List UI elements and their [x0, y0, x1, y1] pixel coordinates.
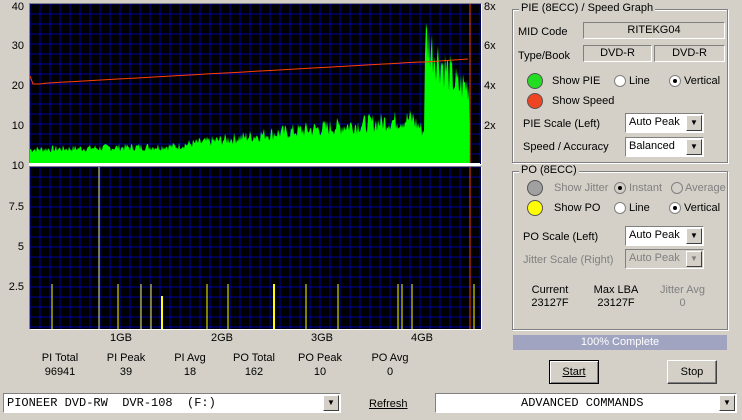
po-graph-frame [29, 166, 482, 330]
pie-axis-40: 40 [11, 1, 24, 13]
show-po-label[interactable]: Show PO [554, 202, 600, 214]
jitter-scale-label: Jitter Scale (Right) [523, 254, 614, 266]
advanced-commands-select[interactable]: ADVANCED COMMANDS ▼ [435, 393, 737, 413]
jitter-color-icon [527, 180, 543, 196]
chevron-down-icon[interactable]: ▼ [686, 115, 702, 131]
speed-axis-8x: 8x [484, 1, 496, 13]
pie-panel-title: PIE (8ECC) / Speed Graph [519, 2, 656, 14]
stop-button[interactable]: Stop [667, 360, 717, 384]
speed-color-icon[interactable] [527, 93, 543, 109]
chevron-down-icon[interactable]: ▼ [323, 395, 339, 411]
book-type-value: DVD-R [654, 45, 725, 62]
po-axis-2.5: 2.5 [8, 281, 24, 293]
show-speed-label[interactable]: Show Speed [552, 95, 614, 107]
speed-axis-2x: 2x [484, 120, 496, 132]
chevron-down-icon[interactable]: ▼ [719, 395, 735, 411]
speed-accuracy-select[interactable]: Balanced ▼ [625, 137, 704, 157]
speed-accuracy-label: Speed / Accuracy [523, 141, 609, 153]
pie-graph [30, 4, 481, 164]
pie-graph-frame [29, 3, 482, 165]
mid-code-value: RITEKG04 [583, 22, 725, 39]
speed-axis-6x: 6x [484, 40, 496, 52]
progress-text: 100% Complete [580, 336, 660, 348]
jitter-average-label: Average [685, 182, 726, 194]
stat-po-avg: PO Avg 0 [371, 352, 409, 378]
stat-pi-total: PI Total 96941 [41, 352, 79, 378]
start-button[interactable]: Start [549, 360, 599, 384]
show-pie-label[interactable]: Show PIE [552, 75, 600, 87]
po-vertical-radio[interactable] [669, 202, 681, 214]
max-lba: Max LBA 23127F [593, 284, 639, 309]
stat-po-total: PO Total 162 [233, 352, 275, 378]
pie-vertical-label[interactable]: Vertical [684, 75, 720, 87]
pie-scale-select[interactable]: Auto Peak ▼ [625, 113, 704, 133]
pie-axis-30: 30 [11, 40, 24, 52]
po-color-icon[interactable] [527, 200, 543, 216]
po-graph [30, 167, 481, 329]
disc-type-value: DVD-R [583, 45, 652, 62]
x-axis-1gb: 1GB [110, 332, 133, 344]
chevron-down-icon[interactable]: ▼ [686, 139, 702, 155]
pie-vertical-radio[interactable] [669, 75, 681, 87]
mid-code-label: MID Code [518, 26, 568, 38]
drive-select[interactable]: PIONEER DVD-RW DVR-108 (F:) ▼ [3, 393, 341, 413]
progress-bar: 100% Complete [513, 335, 727, 350]
pie-color-icon[interactable] [527, 73, 543, 89]
po-scale-label: PO Scale (Left) [523, 231, 599, 243]
stat-pi-avg: PI Avg 18 [174, 352, 206, 378]
speed-axis-4x: 4x [484, 80, 496, 92]
refresh-link[interactable]: Refresh [369, 398, 408, 410]
po-axis-10: 10 [11, 160, 24, 172]
po-axis-7.5: 7.5 [8, 201, 24, 213]
jitter-average-radio [671, 182, 683, 194]
type-book-label: Type/Book [518, 50, 570, 62]
chevron-down-icon: ▼ [686, 251, 702, 267]
pie-line-label[interactable]: Line [629, 75, 650, 87]
pie-scale-label: PIE Scale (Left) [523, 118, 601, 130]
pie-line-radio[interactable] [614, 75, 626, 87]
stat-po-peak: PO Peak 10 [297, 352, 343, 378]
x-axis-3gb: 3GB [311, 332, 334, 344]
speed-line [30, 58, 469, 85]
pie-axis-10: 10 [11, 120, 24, 132]
current-lba: Current 23127F [531, 284, 569, 309]
jitter-scale-select: Auto Peak ▼ [625, 249, 704, 269]
po-line-radio[interactable] [614, 202, 626, 214]
po-vertical-label[interactable]: Vertical [684, 202, 720, 214]
jitter-instant-label: Instant [629, 182, 663, 194]
po-axis-5: 5 [17, 241, 24, 253]
stat-pi-peak: PI Peak 39 [106, 352, 146, 378]
x-axis-4gb: 4GB [411, 332, 434, 344]
po-panel-title: PO (8ECC) [519, 164, 579, 176]
chevron-down-icon[interactable]: ▼ [686, 228, 702, 244]
po-scale-select[interactable]: Auto Peak ▼ [625, 226, 704, 246]
x-axis-2gb: 2GB [211, 332, 234, 344]
pie-axis-20: 20 [11, 80, 24, 92]
jitter-avg: Jitter Avg 0 [659, 284, 706, 309]
show-jitter-label: Show Jitter [554, 182, 609, 194]
po-line-label[interactable]: Line [629, 202, 650, 214]
jitter-instant-radio [614, 182, 626, 194]
po-bars [51, 167, 475, 329]
